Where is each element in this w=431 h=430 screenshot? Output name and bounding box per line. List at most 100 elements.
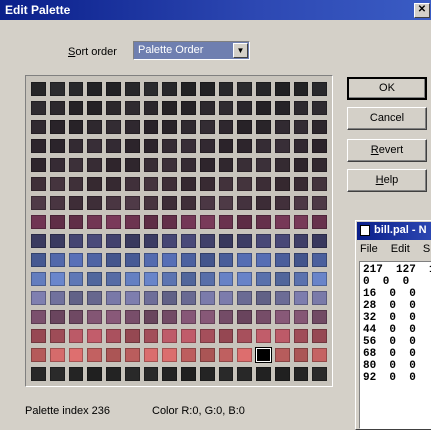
palette-cell[interactable]	[143, 291, 159, 305]
palette-cell[interactable]	[312, 215, 327, 229]
palette-cell[interactable]	[68, 158, 84, 172]
palette-cell[interactable]	[124, 367, 140, 381]
palette-cell[interactable]	[87, 367, 102, 381]
palette-cell[interactable]	[68, 272, 84, 286]
palette-cell[interactable]	[68, 82, 84, 96]
palette-cell[interactable]	[87, 253, 102, 267]
palette-cell[interactable]	[199, 291, 215, 305]
palette-cell[interactable]	[162, 139, 177, 153]
palette-cell[interactable]	[31, 348, 46, 362]
palette-cell[interactable]	[106, 177, 121, 191]
palette-cell[interactable]	[181, 272, 196, 286]
palette-cell[interactable]	[162, 367, 177, 381]
palette-cell[interactable]	[124, 101, 140, 115]
palette-cell[interactable]	[162, 158, 177, 172]
palette-cell[interactable]	[87, 196, 102, 210]
palette-cell[interactable]	[199, 139, 215, 153]
palette-cell[interactable]	[181, 291, 196, 305]
palette-cell[interactable]	[199, 310, 215, 324]
palette-cell[interactable]	[106, 253, 121, 267]
palette-cell[interactable]	[143, 272, 159, 286]
palette-cell[interactable]	[293, 101, 309, 115]
palette-cell[interactable]	[106, 329, 121, 343]
palette-cell[interactable]	[256, 291, 271, 305]
palette-cell[interactable]	[68, 329, 84, 343]
palette-cell[interactable]	[162, 234, 177, 248]
palette-cell[interactable]	[199, 82, 215, 96]
palette-cell[interactable]	[181, 139, 196, 153]
palette-cell[interactable]	[106, 82, 121, 96]
palette-cell[interactable]	[49, 82, 65, 96]
palette-cell[interactable]	[218, 291, 234, 305]
palette-cell[interactable]	[293, 139, 309, 153]
menu-search[interactable]: S	[423, 243, 430, 255]
palette-cell[interactable]	[293, 348, 309, 362]
palette-cell[interactable]	[49, 120, 65, 134]
palette-cell[interactable]	[312, 101, 327, 115]
palette-cell[interactable]	[312, 291, 327, 305]
menu-edit[interactable]: Edit	[391, 243, 410, 255]
palette-cell[interactable]	[87, 120, 102, 134]
palette-cell[interactable]	[312, 234, 327, 248]
palette-cell[interactable]	[162, 215, 177, 229]
palette-cell[interactable]	[274, 272, 290, 286]
palette-cell[interactable]	[87, 234, 102, 248]
palette-cell[interactable]	[218, 253, 234, 267]
palette-cell[interactable]	[106, 139, 121, 153]
palette-cell[interactable]	[256, 272, 271, 286]
palette-cell[interactable]	[124, 272, 140, 286]
palette-cell[interactable]	[199, 234, 215, 248]
palette-cell[interactable]	[274, 291, 290, 305]
palette-cell[interactable]	[256, 215, 271, 229]
palette-cell[interactable]	[181, 215, 196, 229]
palette-cell[interactable]	[31, 196, 46, 210]
palette-cell[interactable]	[162, 120, 177, 134]
palette-cell[interactable]	[68, 310, 84, 324]
palette-cell[interactable]	[106, 215, 121, 229]
palette-cell[interactable]	[256, 101, 271, 115]
palette-cell[interactable]	[237, 101, 252, 115]
palette-cell[interactable]	[218, 82, 234, 96]
palette-cell[interactable]	[237, 348, 252, 362]
palette-cell[interactable]	[181, 82, 196, 96]
palette-cell[interactable]	[237, 120, 252, 134]
palette-cell[interactable]	[68, 367, 84, 381]
palette-cell[interactable]	[87, 177, 102, 191]
chevron-down-icon[interactable]: ▼	[233, 43, 248, 58]
help-button[interactable]: Help	[347, 169, 427, 192]
palette-cell[interactable]	[274, 367, 290, 381]
palette-cell[interactable]	[274, 120, 290, 134]
palette-cell[interactable]	[312, 367, 327, 381]
palette-cell[interactable]	[106, 196, 121, 210]
palette-cell[interactable]	[218, 158, 234, 172]
palette-cell[interactable]	[124, 329, 140, 343]
palette-cell[interactable]	[49, 101, 65, 115]
palette-cell[interactable]	[293, 234, 309, 248]
palette-cell[interactable]	[87, 139, 102, 153]
palette-cell[interactable]	[124, 348, 140, 362]
palette-cell[interactable]	[218, 367, 234, 381]
palette-cell[interactable]	[237, 139, 252, 153]
palette-cell[interactable]	[274, 215, 290, 229]
palette-cell[interactable]	[199, 158, 215, 172]
palette-cell[interactable]	[49, 310, 65, 324]
palette-cell[interactable]	[293, 291, 309, 305]
palette-cell[interactable]	[274, 253, 290, 267]
palette-cell[interactable]	[293, 82, 309, 96]
palette-cell[interactable]	[143, 101, 159, 115]
palette-cell[interactable]	[181, 234, 196, 248]
palette-cell[interactable]	[256, 196, 271, 210]
palette-cell[interactable]	[293, 158, 309, 172]
palette-cell[interactable]	[237, 234, 252, 248]
palette-cell[interactable]	[124, 215, 140, 229]
palette-cell[interactable]	[181, 120, 196, 134]
palette-cell[interactable]	[49, 139, 65, 153]
palette-cell[interactable]	[312, 329, 327, 343]
palette-cell[interactable]	[87, 215, 102, 229]
palette-cell[interactable]	[237, 329, 252, 343]
palette-cell[interactable]	[274, 310, 290, 324]
cancel-button[interactable]: Cancel	[347, 107, 427, 130]
palette-cell[interactable]	[293, 310, 309, 324]
palette-cell[interactable]	[181, 253, 196, 267]
palette-cell[interactable]	[143, 234, 159, 248]
